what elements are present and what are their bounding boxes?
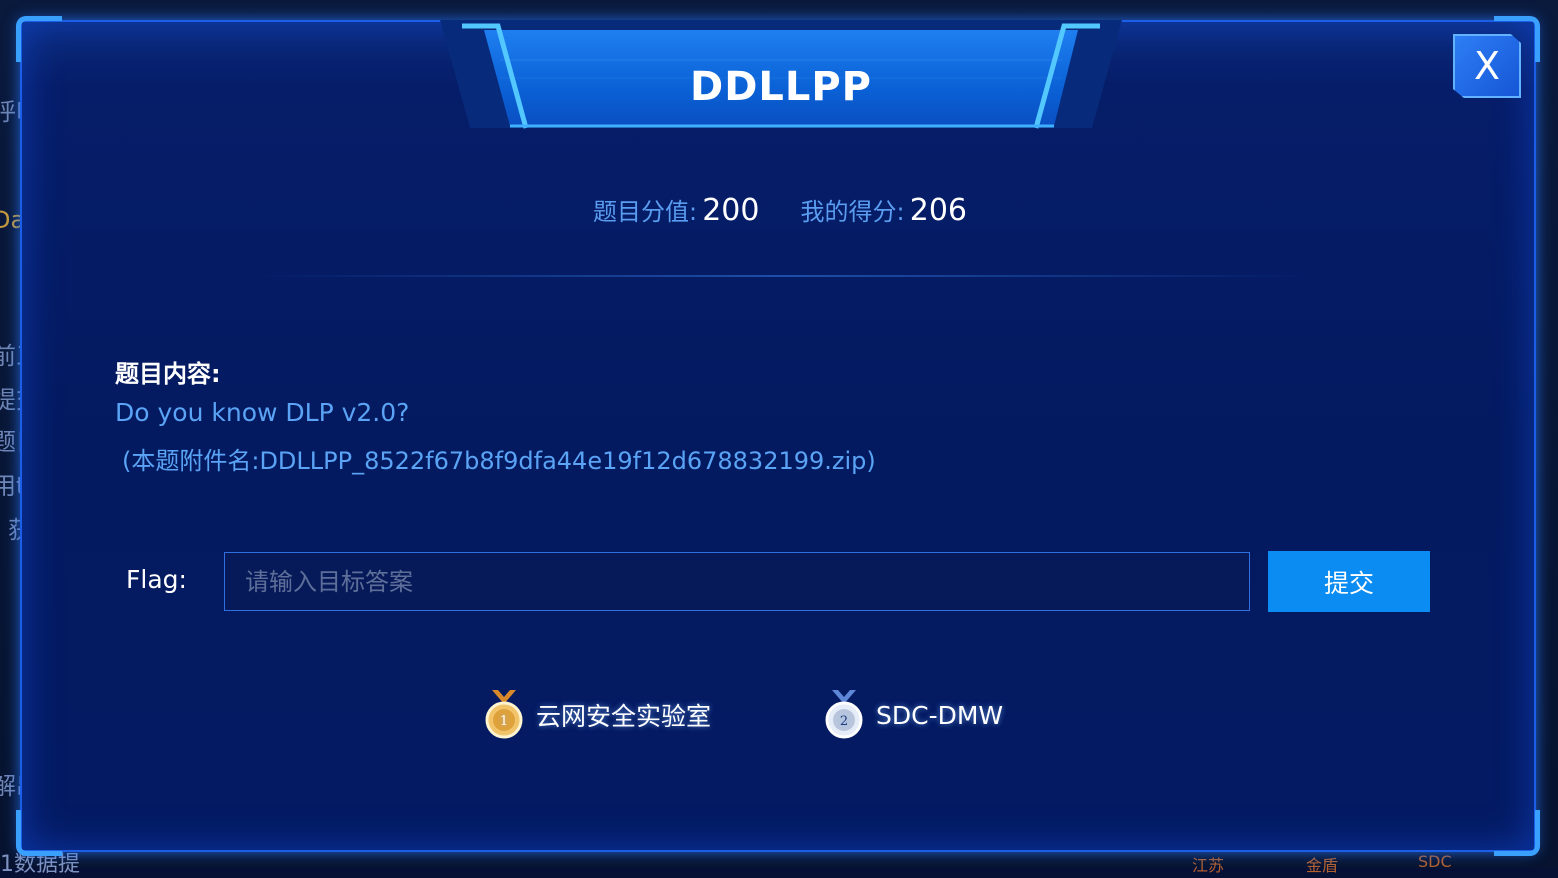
bg-bottom-fragment: 江苏 (1192, 856, 1225, 875)
medal-rank: 1 (500, 714, 508, 729)
flag-input[interactable] (224, 552, 1250, 611)
challenge-modal: DDLLPP X 题目分值: 200 我的得分: 206 题目内容: Do yo… (16, 16, 1540, 856)
submit-button[interactable]: 提交 (1268, 551, 1430, 612)
points-label: 题目分值: (593, 198, 698, 226)
my-score-value: 206 (909, 193, 967, 228)
frame-corner (1494, 810, 1540, 856)
flag-label: Flag: (126, 565, 187, 594)
points-value: 200 (702, 193, 760, 228)
silver-medal-icon: 2 (825, 690, 863, 739)
solver-name: 云网安全实验室 (536, 702, 712, 731)
solver-name: SDC-DMW (876, 700, 1004, 730)
divider (252, 275, 1312, 277)
content-heading: 题目内容: (115, 360, 221, 388)
frame-corner (16, 810, 62, 856)
gold-medal-icon: 1 (485, 690, 523, 739)
title-banner: DDLLPP (440, 20, 1122, 132)
my-score-label: 我的得分: (800, 198, 905, 226)
bg-bottom-fragment: 金盾 (1306, 856, 1339, 875)
solver-entry: 1 云网安全实验室 (482, 690, 711, 740)
modal-title: DDLLPP (689, 64, 872, 110)
attachment-link[interactable]: (本题附件名:DDLLPP_8522f67b8f9dfa44e19f12d678… (122, 441, 876, 476)
solver-entry: 2 SDC-DMW (822, 690, 1003, 740)
medal-rank: 2 (840, 714, 848, 729)
close-icon: X (1473, 44, 1501, 88)
close-button[interactable]: X (1453, 34, 1521, 98)
frame-corner (16, 16, 62, 62)
bg-bottom-fragment: SDC (1418, 852, 1452, 871)
challenge-description: Do you know DLP v2.0? (115, 398, 410, 427)
score-row: 题目分值: 200 我的得分: 206 (22, 192, 1538, 228)
